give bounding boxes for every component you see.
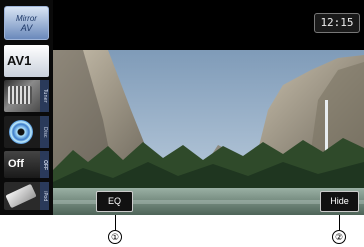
callout-2: ② [332,230,346,244]
source-av1-button[interactable]: AV1 [4,45,49,77]
callout-leader-2 [339,215,340,230]
clock: 12:15 [314,13,360,33]
radio-icon [8,86,32,104]
callout-leader-1 [115,215,116,230]
tuner-tab-label: Tuner [40,80,49,112]
source-tuner-button[interactable]: Tuner [4,80,49,112]
source-ipod-button[interactable]: iPod [4,182,49,210]
ipod-icon [5,183,37,209]
eq-button[interactable]: EQ [96,191,133,212]
source-mirror-av-button[interactable]: Mirror AV [4,6,49,40]
hide-button[interactable]: Hide [320,191,359,212]
av1-label: AV1 [7,53,32,68]
callout-1: ① [108,230,122,244]
status-bar: 12:15 [53,0,364,50]
disc-icon [9,120,33,144]
source-disc-button[interactable]: Disc [4,116,49,148]
mirror-label-line2: AV [20,23,33,33]
source-sidebar: Mirror AV AV1 Tuner Disc Off OFF iPod [0,0,53,215]
source-off-button[interactable]: Off OFF [4,151,49,178]
off-label: Off [8,158,24,170]
display-screen: Mirror AV AV1 Tuner Disc Off OFF iPod 12… [0,0,364,215]
mirror-label-line1: Mirror [16,14,37,23]
disc-tab-label: Disc [40,116,49,148]
ipod-tab-label: iPod [40,182,49,210]
off-tab-label: OFF [40,151,49,178]
